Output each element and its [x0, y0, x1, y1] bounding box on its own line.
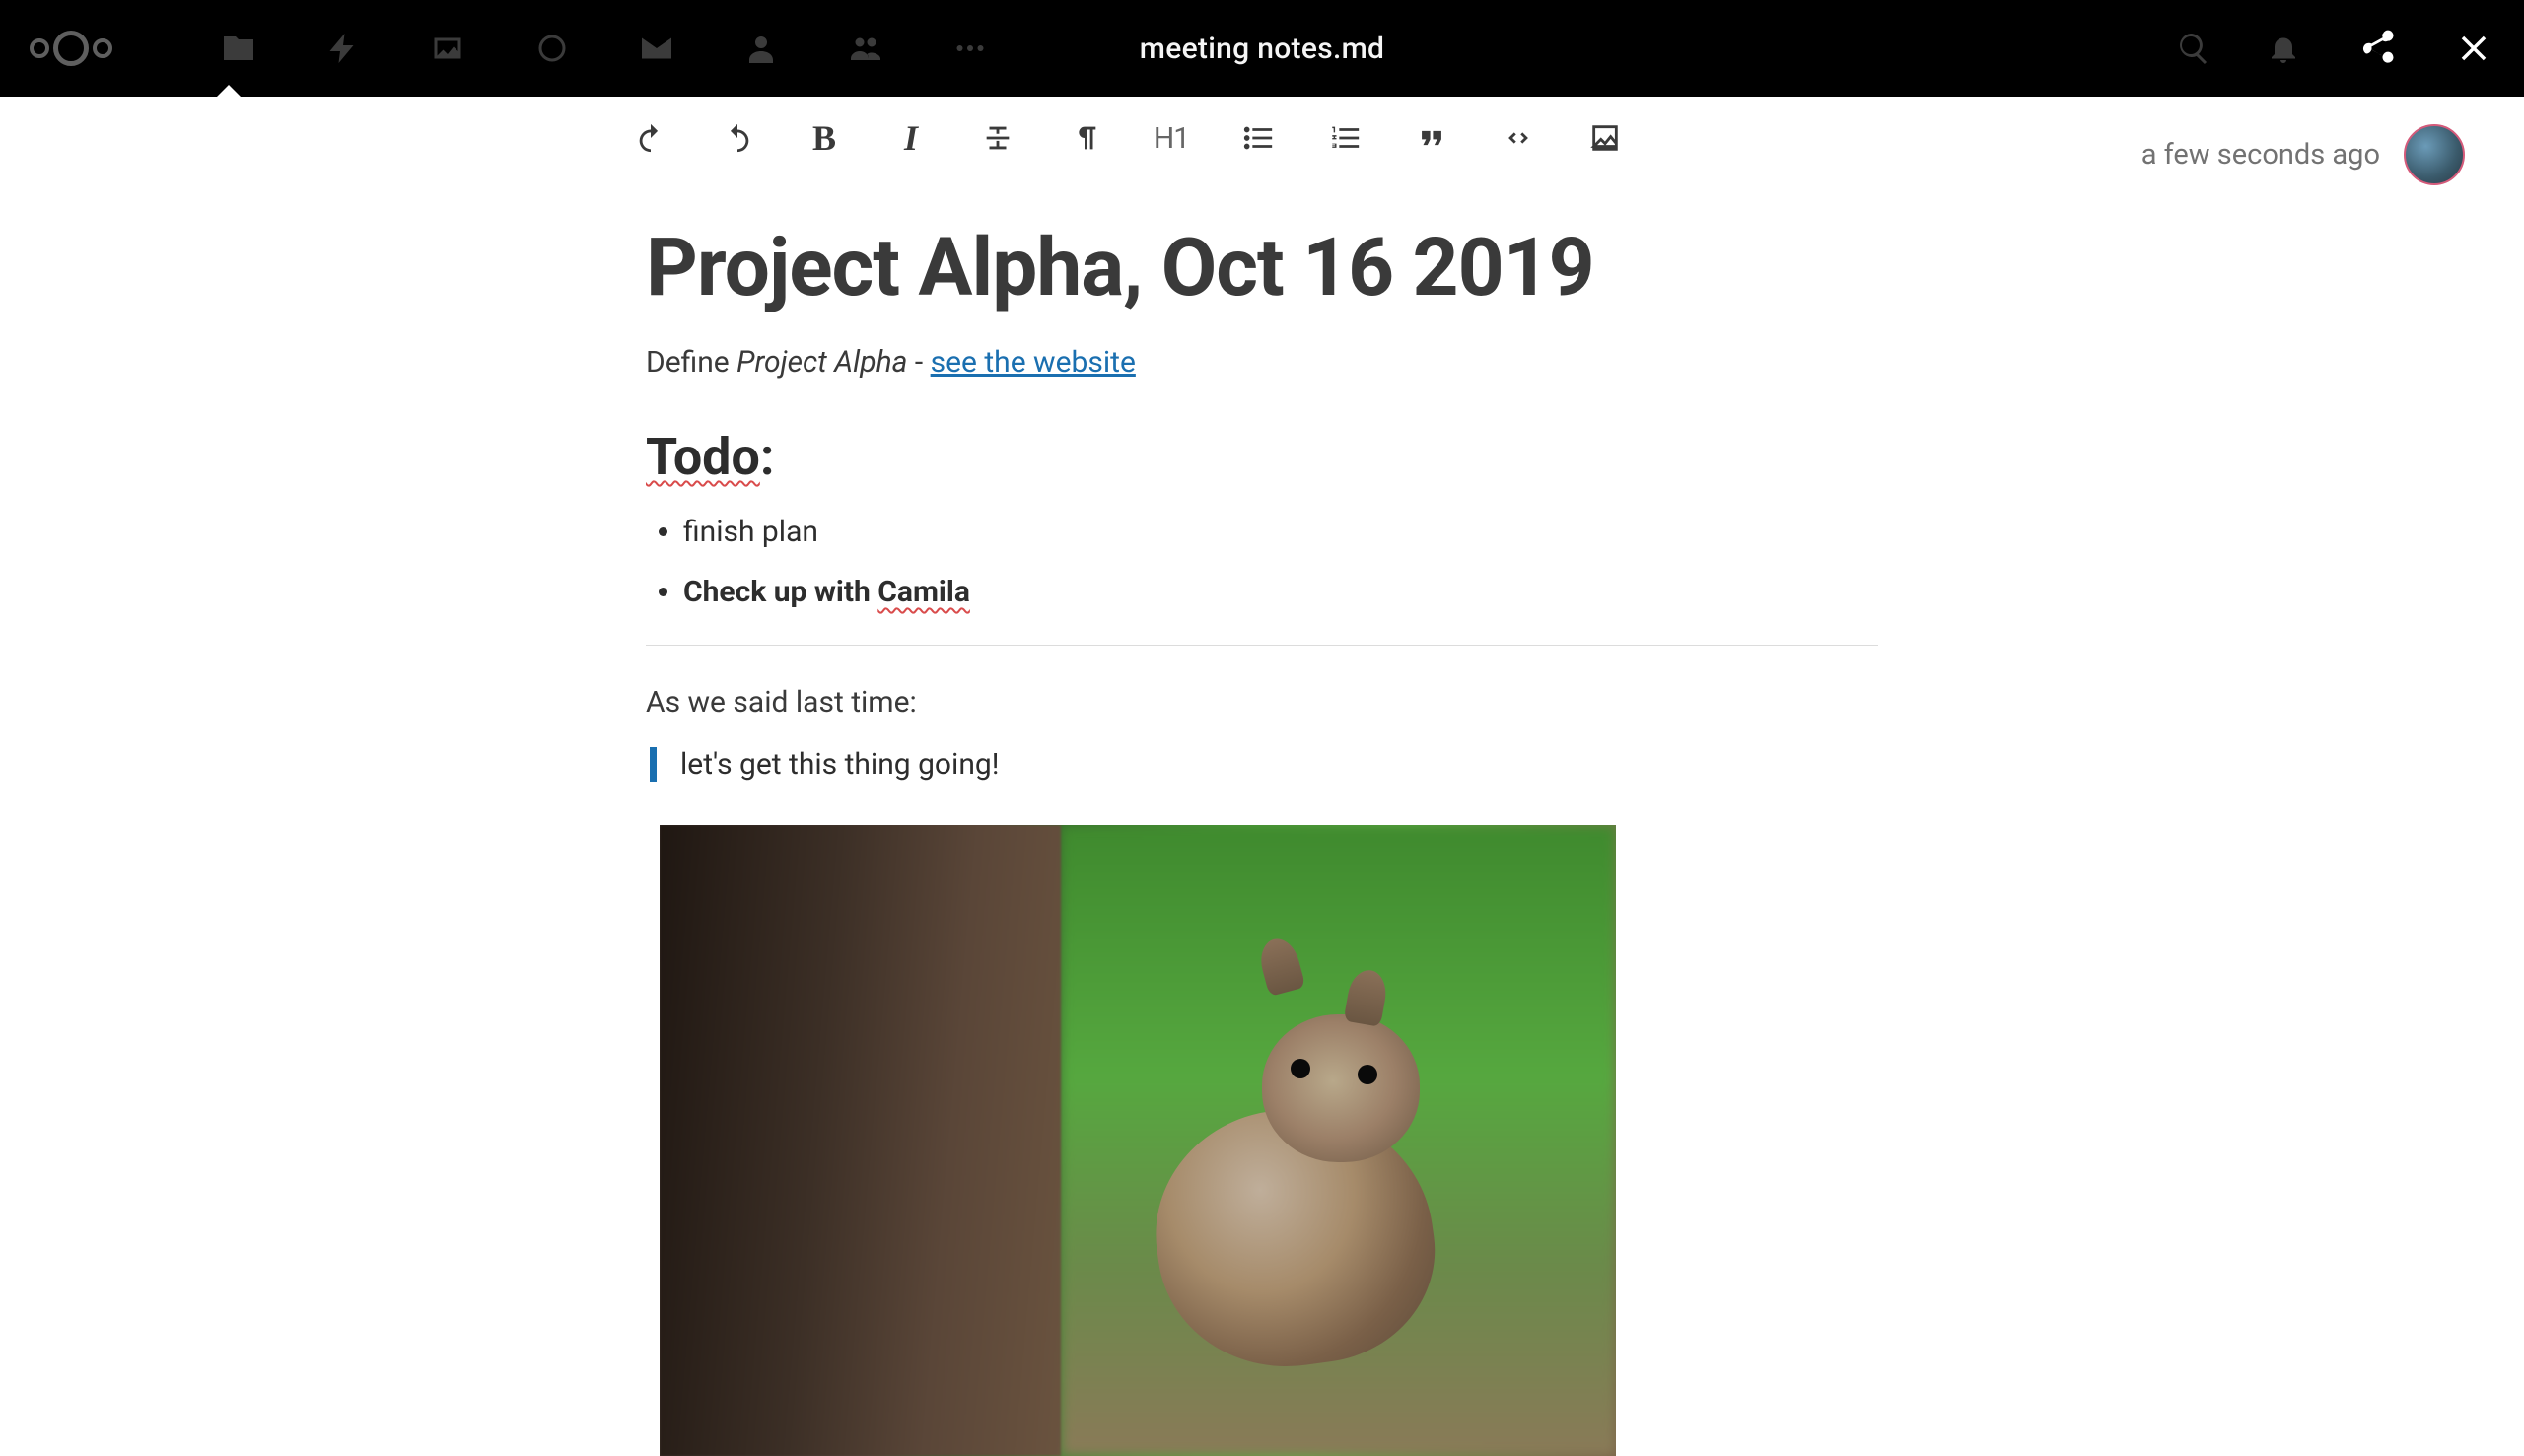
- spellcheck-word[interactable]: Todo: [646, 427, 760, 487]
- doc-heading-1[interactable]: Project Alpha, Oct 16 2019: [646, 221, 1878, 315]
- paragraph-button[interactable]: [1065, 118, 1104, 158]
- more-apps-icon[interactable]: [952, 31, 988, 66]
- share-icon[interactable]: [2355, 27, 2399, 70]
- horizontal-rule: [646, 645, 1878, 646]
- save-status: a few seconds ago: [2141, 138, 2380, 172]
- circles-icon[interactable]: [534, 31, 570, 66]
- italic-text: Project Alpha: [736, 345, 907, 380]
- text: Check up with: [683, 575, 877, 609]
- bullet-list-button[interactable]: [1238, 118, 1278, 158]
- doc-paragraph[interactable]: As we said last time:: [646, 685, 1878, 720]
- files-icon[interactable]: [221, 31, 256, 66]
- gallery-icon[interactable]: [430, 31, 465, 66]
- activity-icon[interactable]: [325, 31, 361, 66]
- strikethrough-button[interactable]: [978, 118, 1017, 158]
- website-link[interactable]: see the website: [931, 345, 1136, 380]
- heading-button[interactable]: H1: [1152, 118, 1191, 158]
- app-nav: [221, 31, 988, 66]
- document-filename: meeting notes.md: [1140, 32, 1384, 66]
- ordered-list-button[interactable]: [1325, 118, 1365, 158]
- notifications-icon[interactable]: [2266, 31, 2301, 66]
- text: Define: [646, 345, 736, 380]
- todo-list[interactable]: finish plan Check up with Camila: [646, 515, 1878, 609]
- redo-button[interactable]: [718, 118, 757, 158]
- undo-button[interactable]: [631, 118, 670, 158]
- list-item[interactable]: Check up with Camila: [683, 575, 1878, 609]
- image-button[interactable]: [1585, 118, 1625, 158]
- doc-heading-2[interactable]: Todo:: [646, 427, 1878, 487]
- blockquote[interactable]: let's get this thing going!: [650, 747, 1878, 782]
- close-icon[interactable]: [2453, 28, 2494, 69]
- app-topbar: meeting notes.md: [0, 0, 2524, 97]
- mail-icon[interactable]: [639, 31, 674, 66]
- list-item[interactable]: finish plan: [683, 515, 1878, 549]
- app-logo[interactable]: [30, 31, 112, 66]
- blockquote-button[interactable]: [1412, 118, 1451, 158]
- bold-button[interactable]: B: [805, 118, 844, 158]
- editor-meta: a few seconds ago: [2141, 124, 2465, 185]
- text: :: [760, 427, 775, 487]
- contacts-group-icon[interactable]: [848, 31, 883, 66]
- embedded-image[interactable]: [660, 825, 1616, 1456]
- document-content[interactable]: Project Alpha, Oct 16 2019 Define Projec…: [646, 181, 1878, 1456]
- code-button[interactable]: [1499, 118, 1538, 158]
- editor-area: B I H1 a few seconds ago Project Alpha, …: [0, 97, 2524, 1420]
- italic-button[interactable]: I: [891, 118, 931, 158]
- user-avatar[interactable]: [2404, 124, 2465, 185]
- doc-intro-paragraph[interactable]: Define Project Alpha - see the website: [646, 345, 1878, 380]
- text: -: [907, 345, 930, 380]
- spellcheck-word[interactable]: Camila: [877, 575, 970, 609]
- search-icon[interactable]: [2176, 31, 2211, 66]
- contacts-icon[interactable]: [743, 31, 779, 66]
